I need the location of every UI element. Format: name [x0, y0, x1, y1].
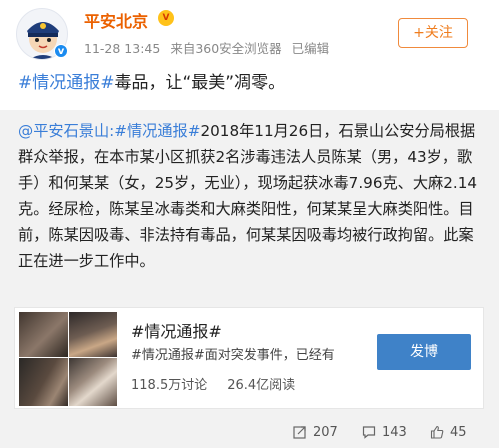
like-action[interactable]: 45 — [430, 420, 467, 444]
topic-read-count: 26.4亿阅读 — [227, 378, 296, 393]
post-hashtag[interactable]: #情况通报# — [18, 73, 115, 93]
topic-card[interactable]: #情况通报# #情况通报#面对突发事件，已经有 118.5万讨论 26.4亿阅读 … — [14, 307, 484, 409]
topic-card-title[interactable]: #情况通报# — [131, 318, 222, 342]
topic-photo — [69, 358, 117, 406]
topic-photo — [19, 358, 68, 406]
action-bar: 207 143 45 — [0, 420, 499, 444]
topic-discussion-count: 118.5万讨论 — [131, 378, 208, 393]
user-name[interactable]: 平安北京 — [84, 8, 148, 32]
repost-block[interactable]: @平安石景山:#情况通报#2018年11月26日，石景山公安分局根据群众举报，在… — [0, 110, 499, 448]
repost-action[interactable]: 207 — [293, 420, 338, 444]
vip-badge-icon: V — [158, 10, 174, 26]
topic-photo — [69, 312, 117, 357]
follow-button[interactable]: +关注 — [398, 18, 468, 48]
post-meta: 11-28 13:45 来自360安全浏览器 已编辑 — [84, 38, 329, 57]
post-header: v 平安北京 V 11-28 13:45 来自360安全浏览器 已编辑 +关注 — [0, 0, 499, 62]
repost-body: 2018年11月26日，石景山公安分局根据群众举报，在本市某小区抓获2名涉毒违法… — [18, 122, 478, 270]
topic-card-description: #情况通报#面对突发事件，已经有 — [131, 348, 335, 363]
post-body: 毒品，让“最美”凋零。 — [114, 73, 286, 93]
edited-label[interactable]: 已编辑 — [292, 41, 330, 56]
comment-icon — [362, 426, 376, 439]
post-text: #情况通报#毒品，让“最美”凋零。 — [18, 70, 488, 96]
comment-action[interactable]: 143 — [362, 420, 407, 444]
like-icon — [430, 425, 444, 439]
topic-card-stats: 118.5万讨论 26.4亿阅读 — [131, 374, 315, 393]
comment-count: 143 — [382, 424, 407, 440]
like-count: 45 — [450, 424, 467, 440]
post-to-topic-button[interactable]: 发博 — [377, 334, 471, 370]
repost-text: @平安石景山:#情况通报#2018年11月26日，石景山公安分局根据群众举报，在… — [18, 118, 488, 274]
post-source: 来自360安全浏览器 — [170, 41, 282, 56]
repost-hashtag[interactable]: :#情况通报# — [109, 122, 200, 140]
repost-author-link[interactable]: @平安石景山 — [18, 122, 109, 140]
topic-image-collage[interactable] — [19, 312, 117, 406]
repost-count: 207 — [313, 424, 338, 440]
repost-icon — [293, 426, 306, 439]
verified-badge-icon: v — [54, 44, 68, 58]
post-timestamp[interactable]: 11-28 13:45 — [84, 41, 160, 56]
topic-photo — [19, 312, 68, 357]
